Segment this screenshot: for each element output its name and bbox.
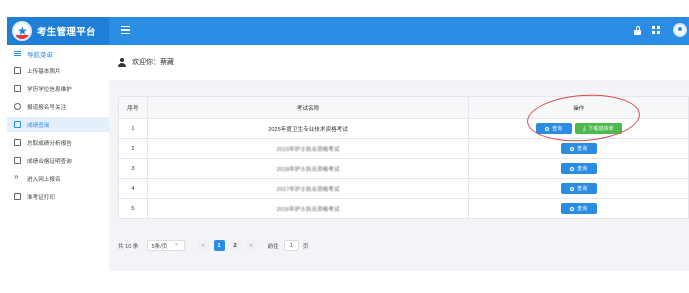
search-icon <box>570 186 575 191</box>
exam-name: 2018年护士执业资格考试 <box>146 158 470 179</box>
prev-page-button[interactable]: < <box>197 240 209 251</box>
query-button[interactable]: 查询 <box>560 143 597 154</box>
link-icon <box>14 103 21 110</box>
welcome-name: 蔡藏 <box>160 59 174 66</box>
print-icon <box>14 193 21 200</box>
row-actions: 查询 <box>468 178 689 199</box>
row-num: 1 <box>118 118 148 139</box>
sidebar-item-score-query[interactable]: 成绩查询 <box>7 117 109 132</box>
file-icon <box>14 121 21 128</box>
menu-toggle-icon[interactable] <box>121 26 130 34</box>
menu-icon <box>14 51 21 56</box>
goto-label: 前往 <box>267 243 279 250</box>
page-button-2[interactable]: 2 <box>229 240 241 251</box>
sidebar-item-label: 上传基本照片 <box>27 68 61 75</box>
nav-header: 导航菜单 <box>7 48 109 59</box>
query-button[interactable]: 查询 <box>560 203 597 214</box>
table-row: 3 2018年护士执业资格考试 查询 <box>118 158 689 179</box>
query-button[interactable]: 查询 <box>560 163 597 174</box>
page-button-1[interactable]: 1 <box>213 240 225 251</box>
exam-name: 2019年护士执业资格考试 <box>146 138 470 159</box>
goto-unit: 页 <box>302 243 309 250</box>
app-title: 考生管理平台 <box>37 27 96 38</box>
document-icon <box>14 85 21 92</box>
column-header-name: 考试名称 <box>146 96 470 119</box>
sidebar-item-certificate-query[interactable]: 成绩合格证明查询 <box>7 153 109 168</box>
search-icon <box>570 206 575 211</box>
pagination: 共 10 条 5条/页 < 1 2 > 前往 1 页 <box>118 239 309 251</box>
row-num: 5 <box>118 198 148 219</box>
sidebar-item-label: 进入网上报名 <box>27 176 61 183</box>
sidebar: 导航菜单 上传基本照片 学历学位信息维护 报道报名号关注 成绩查询 总取成绩分析… <box>7 45 109 215</box>
sidebar-item-label: 总取成绩分析报告 <box>27 140 72 147</box>
row-actions: 查询 <box>468 158 689 179</box>
row-num: 3 <box>118 158 148 179</box>
search-icon <box>570 146 575 151</box>
table-row: 2 2019年护士执业资格考试 查询 <box>118 138 689 159</box>
query-button-label: 查询 <box>577 146 588 152</box>
query-button[interactable]: 查询 <box>560 183 597 194</box>
certificate-icon <box>14 157 21 164</box>
sidebar-item-label: 学历学位信息维护 <box>27 86 72 93</box>
sidebar-item-label: 报道报名号关注 <box>27 104 67 111</box>
logo-icon: ★ <box>12 21 32 41</box>
exam-name: 2017年护士执业资格考试 <box>146 178 470 199</box>
page-size-select[interactable]: 5条/页 <box>146 239 185 251</box>
user-avatar[interactable] <box>673 23 687 37</box>
next-page-button[interactable]: > <box>245 240 257 251</box>
sidebar-item-admission-print[interactable]: 准考证打印 <box>7 189 109 204</box>
query-button-label: 查询 <box>577 186 588 192</box>
query-button-label: 查询 <box>577 206 588 212</box>
search-icon <box>570 166 575 171</box>
fullscreen-icon[interactable] <box>652 26 660 34</box>
table-row: 4 2017年护士执业资格考试 查询 <box>118 178 689 199</box>
goto-page-input[interactable]: 1 <box>283 240 299 251</box>
top-bar <box>109 17 689 45</box>
table-row: 5 2016年护士执业资格考试 查询 <box>118 198 689 219</box>
logo-area: ★ 考生管理平台 <box>7 17 109 45</box>
row-num: 2 <box>118 138 148 159</box>
sidebar-item-upload-photo[interactable]: 上传基本照片 <box>7 63 109 78</box>
row-actions: 查询 <box>468 198 689 219</box>
query-button-label: 查询 <box>577 166 588 172</box>
welcome-message: 欢迎你： 蔡藏 <box>118 57 174 67</box>
exam-name: 2016年护士执业资格考试 <box>146 198 470 219</box>
user-icon <box>118 58 126 67</box>
column-header-num: 序号 <box>118 96 148 119</box>
row-actions: 查询 <box>468 138 689 159</box>
sidebar-item-label: 成绩查询 <box>27 122 50 129</box>
sidebar-item-degree-info[interactable]: 学历学位信息维护 <box>7 81 109 96</box>
report-icon <box>14 139 21 146</box>
sidebar-item-online-registration[interactable]: 进入网上报名 <box>7 171 109 186</box>
page-size-value: 5条/页 <box>151 243 168 250</box>
row-num: 4 <box>118 178 148 199</box>
arrow-right-icon <box>14 172 21 182</box>
image-icon <box>14 67 21 74</box>
sidebar-item-registration-follow[interactable]: 报道报名号关注 <box>7 99 109 114</box>
sidebar-item-label: 成绩合格证明查询 <box>27 158 72 165</box>
exam-name: 2025年度卫生专业技术资格考试 <box>146 118 470 139</box>
sidebar-item-label: 准考证打印 <box>27 194 55 201</box>
sidebar-item-score-report[interactable]: 总取成绩分析报告 <box>7 135 109 150</box>
welcome-prefix: 欢迎你： <box>132 59 160 66</box>
nav-header-label: 导航菜单 <box>27 51 53 59</box>
total-count: 共 10 条 <box>118 243 139 250</box>
